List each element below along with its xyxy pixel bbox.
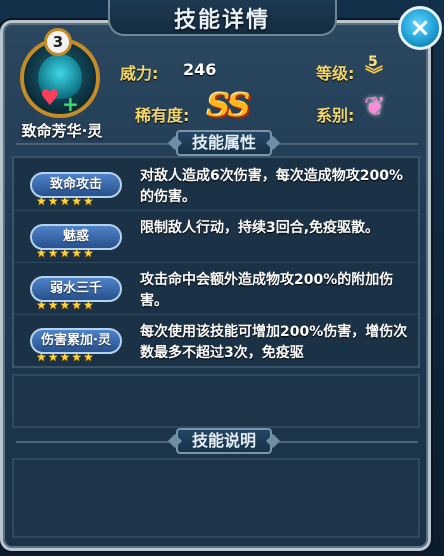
attribute-list: 致命攻击 ★★★★★ 对敌人造成6次伤害，每次造成物攻200%的伤害。 魅惑 ★… bbox=[12, 156, 420, 368]
attribute-description: 攻击命中会额外造成物攻200%的附加伤害。 bbox=[140, 272, 394, 309]
close-icon: × bbox=[409, 13, 431, 43]
heart-icon: ♥ bbox=[40, 86, 60, 111]
attribute-description: 每次使用该技能可增加200%伤害，增伤次数最多不超过3次，免疫驱 bbox=[140, 324, 408, 361]
grade-chevron-icon: 5 ︾ bbox=[363, 54, 389, 86]
row-divider bbox=[14, 210, 418, 211]
explanation-content bbox=[12, 458, 420, 538]
row-divider bbox=[14, 262, 418, 263]
rarity-label: 稀有度: bbox=[135, 106, 190, 125]
attribute-description: 限制敌人行动，持续3回合,免疫驱散。 bbox=[140, 220, 380, 236]
attributes-section-header: 技能属性 bbox=[176, 130, 272, 156]
rarity-value: SS bbox=[207, 86, 250, 124]
type-label: 系别: bbox=[316, 106, 355, 125]
page-title: 技能详情 bbox=[173, 8, 270, 33]
explanation-section-header: 技能说明 bbox=[176, 428, 272, 454]
close-button[interactable]: × bbox=[398, 6, 442, 50]
star-rating: ★★★★★ bbox=[36, 246, 95, 260]
power-label: 威力: bbox=[120, 64, 159, 83]
star-rating: ★★★★★ bbox=[36, 298, 95, 312]
attribute-list-footer bbox=[12, 374, 420, 428]
star-rating: ★★★★★ bbox=[36, 350, 95, 364]
star-rating: ★★★★★ bbox=[36, 194, 95, 208]
row-divider bbox=[14, 314, 418, 315]
attribute-description: 对敌人造成6次伤害，每次造成物攻200%的伤害。 bbox=[140, 168, 403, 205]
power-value: 246 bbox=[183, 60, 217, 79]
plus-icon: + bbox=[62, 92, 79, 116]
butterfly-icon: ❦ bbox=[364, 92, 386, 122]
grade-label: 等级: bbox=[316, 64, 355, 83]
skill-name: 致命芳华·灵 bbox=[21, 122, 103, 140]
skill-level-badge: 3 bbox=[44, 28, 72, 56]
